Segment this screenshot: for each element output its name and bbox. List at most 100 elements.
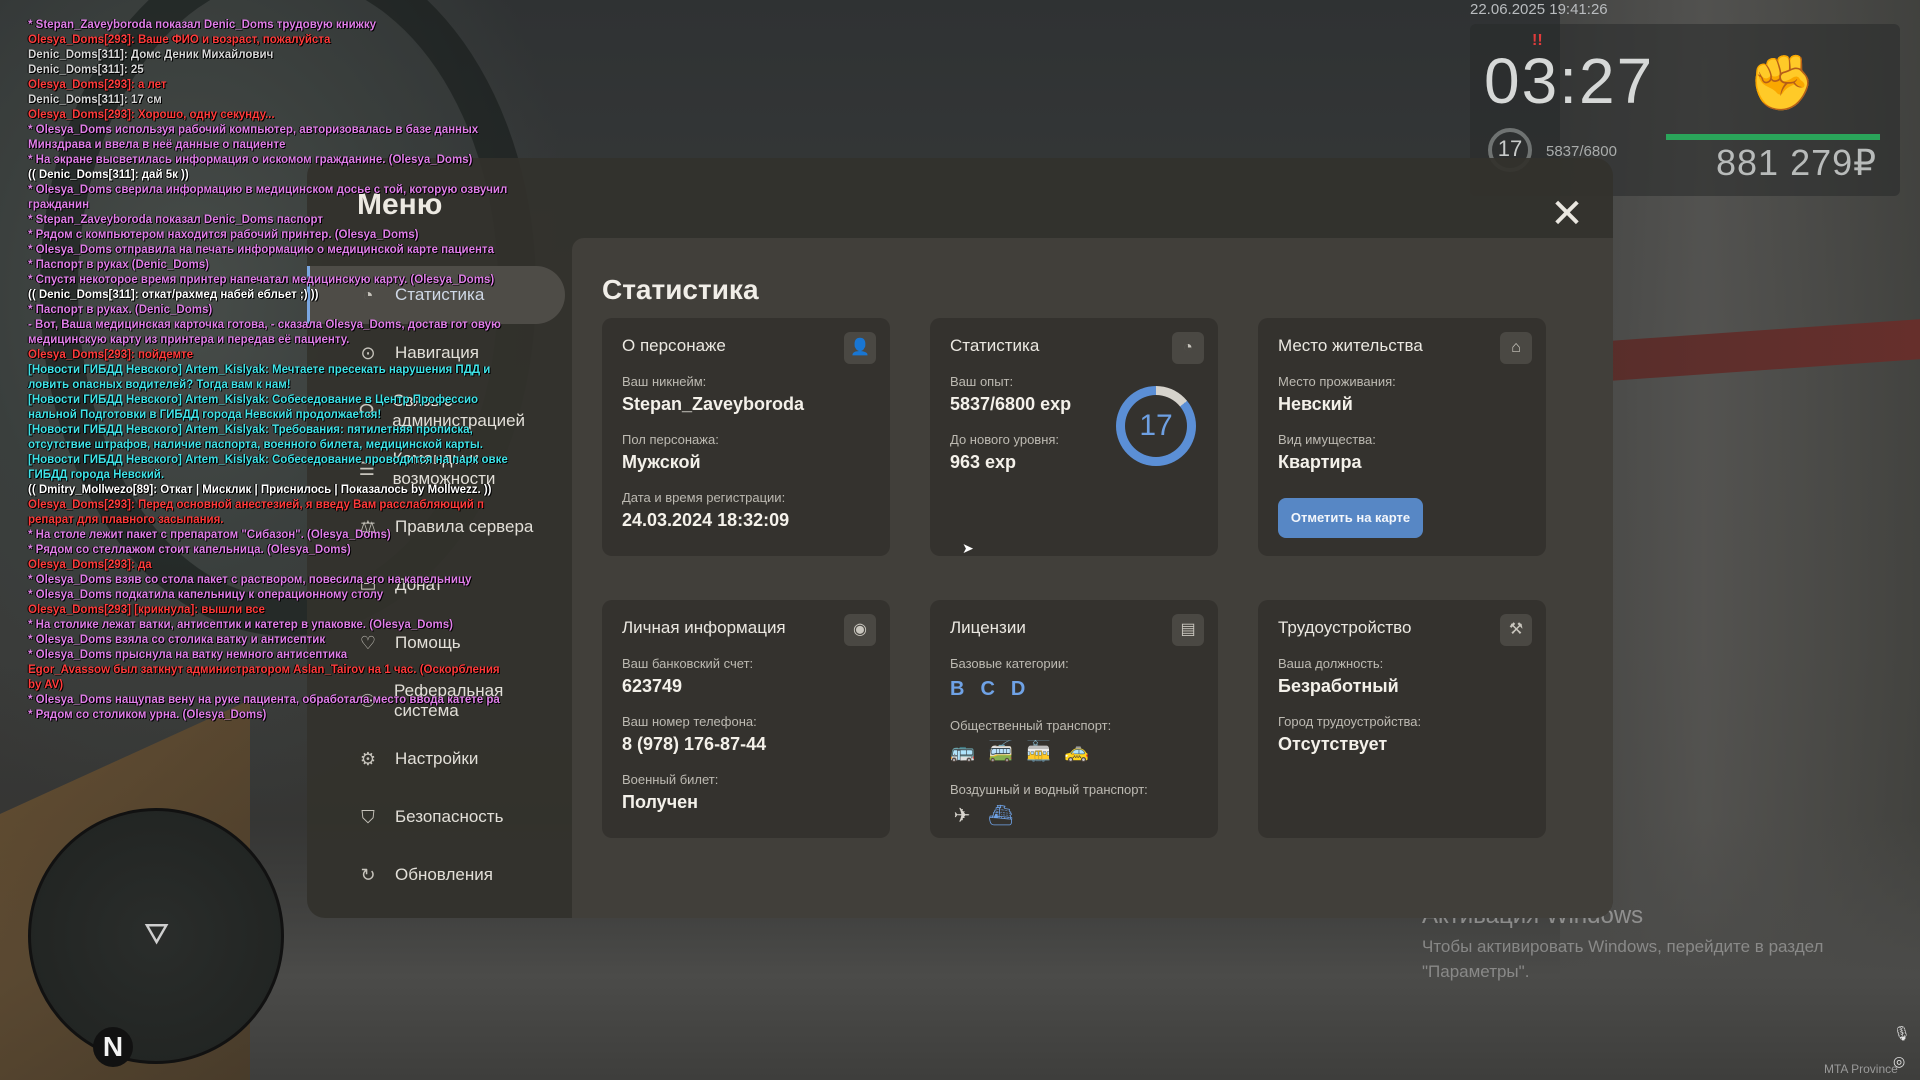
content-title: Статистика — [602, 274, 759, 305]
card-licenses: Лицензии ▤ Базовые категории: BCD Общест… — [930, 600, 1218, 838]
card-character: О персонаже 👤 Ваш никнейм: Stepan_Zaveyb… — [602, 318, 890, 556]
chat-line: Olesya_Doms[293]: пойдемте — [28, 349, 194, 361]
nav-item-label: Безопасность — [395, 807, 504, 826]
exp-label: Ваш опыт: — [950, 374, 1014, 389]
boat-icon: ⛴ — [988, 805, 1014, 827]
nav-item-label: Настройки — [395, 749, 479, 768]
card-employment: Трудоустройство ⚒ Ваша должность: Безраб… — [1258, 600, 1546, 838]
refresh-icon: ↻ — [360, 865, 376, 885]
chat-line: * Паспорт в руках (Denic_Doms) — [28, 259, 209, 271]
chat-line: * Рядом со стеллажом стоит капельница. (… — [28, 544, 351, 556]
license-categories: BCD — [950, 678, 1025, 701]
chat-line: * На столе лежит пакет с препаратом "Сиб… — [28, 529, 391, 541]
chat-line: [Новости ГИБДД Невского] Artem_Kislyak: … — [28, 454, 508, 481]
hud-health-bar — [1666, 134, 1880, 140]
timestamp: 22.06.2025 19:41:26 — [1470, 1, 1608, 18]
card-title: Личная информация — [622, 618, 786, 637]
chat-line: Olesya_Doms[293] [крикнула]: вышли все — [28, 604, 265, 616]
close-icon[interactable]: ✕ — [1547, 194, 1587, 234]
city-label: Город трудоустройства: — [1278, 714, 1422, 729]
chat-line: Olesya_Doms[293]: а лет — [28, 79, 167, 91]
chat-line: * Спустя некоторое время принтер напечат… — [28, 274, 495, 286]
nav-item-updates[interactable]: ↻ Обновления — [307, 846, 565, 904]
chat-line: * Рядом с компьютером находится рабочий … — [28, 229, 419, 241]
tram-icon: 🚋 — [1026, 741, 1051, 763]
place-label: Место проживания: — [1278, 374, 1396, 389]
hammer-icon: ⚒ — [1500, 614, 1532, 646]
chat-line: [Новости ГИБДД Невского] Artem_Kislyak: … — [28, 424, 483, 451]
phone-label: Ваш номер телефона: — [622, 714, 757, 729]
air-water-label: Воздушный и водный транспорт: — [950, 782, 1148, 797]
reg-value: 24.03.2024 18:32:09 — [622, 510, 790, 530]
card-title: О персонаже — [622, 336, 726, 355]
bank-value: 623749 — [622, 676, 683, 696]
reg-label: Дата и время регистрации: — [622, 490, 786, 505]
property-value: Квартира — [1278, 452, 1362, 472]
position-label: Ваша должность: — [1278, 656, 1384, 671]
bus-icon: 🚌 — [950, 741, 975, 763]
card-title: Трудоустройство — [1278, 618, 1412, 637]
chat-line: * Olesya_Doms сверила информацию в медиц… — [28, 184, 508, 211]
chat-line: (( Denic_Doms[311]: откат/рахмед набей е… — [28, 289, 319, 301]
chat-line: Olesya_Doms[293]: Хорошо, одну секунду..… — [28, 109, 275, 121]
shield-icon: ⛉ — [361, 807, 375, 827]
license-category: B — [950, 678, 965, 700]
chat-line: Olesya_Doms[293]: Перед основной анестез… — [28, 499, 484, 526]
player-arrow-icon: ⛛ — [144, 918, 170, 951]
house-icon: ⌂ — [1500, 332, 1532, 364]
chat-line: * Stepan_Zaveyboroda показал Denic_Doms … — [28, 19, 376, 31]
hud-money: 881 279₽ — [1716, 142, 1878, 183]
city-value: Отсутствует — [1278, 734, 1388, 754]
plane-icon: ✈ — [953, 805, 971, 827]
chat-line: Olesya_Doms[293]: Ваше ФИО и возраст, по… — [28, 34, 331, 46]
nick-value: Stepan_Zaveyboroda — [622, 394, 805, 414]
next-level-label: До нового уровня: — [950, 432, 1060, 447]
gender-value: Мужской — [622, 452, 701, 472]
next-level-value: 963 exp — [950, 452, 1017, 472]
chat-line: * На экране высветилась информация о иск… — [28, 154, 473, 166]
server-name: MTA Province — [1824, 1062, 1898, 1076]
chat-line: * Olesya_Doms прыснула на ватку немного … — [28, 649, 348, 661]
chat-line: Egor_Avassow был заткнут администратором… — [28, 664, 500, 691]
license-category: D — [1010, 678, 1026, 700]
fist-icon: ✊ — [1748, 53, 1816, 113]
nav-item-settings[interactable]: ⚙ Настройки — [307, 730, 565, 788]
public-transport-label: Общественный транспорт: — [950, 718, 1112, 733]
chat-line: Denic_Doms[311]: 17 см — [28, 94, 162, 106]
nick-label: Ваш никнейм: — [622, 374, 707, 389]
card-stats: Статистика ◔ Ваш опыт: 5837/6800 exp До … — [930, 318, 1218, 556]
public-transport-icons: 🚌 🚎 🚋 🚕 — [950, 740, 1089, 764]
property-label: Вид имущества: — [1278, 432, 1376, 447]
nav-item-security[interactable]: ⛉ Безопасность — [307, 788, 565, 846]
trolleybus-icon: 🚎 — [988, 741, 1013, 763]
card-personal: Личная информация ◉ Ваш банковский счет:… — [602, 600, 890, 838]
chat-line: * На столике лежат ватки, антисептик и к… — [28, 619, 453, 631]
phone-value: 8 (978) 176-87-44 — [622, 734, 767, 754]
chat-line: - Вот, Ваша медицинская карточка готова,… — [28, 319, 501, 346]
military-value: Получен — [622, 792, 699, 812]
stats-content: Статистика О персонаже 👤 Ваш никнейм: St… — [572, 238, 1613, 918]
mark-on-map-button[interactable]: Отметить на карте — [1278, 498, 1423, 538]
nav-item-label: Обновления — [395, 865, 493, 884]
position-value: Безработный — [1278, 676, 1399, 696]
air-water-icons: ✈ ⛴ — [950, 804, 1014, 828]
chat-line: [Новости ГИБДД Невского] Artem_Kislyak: … — [28, 394, 479, 421]
place-value: Невский — [1278, 394, 1353, 414]
chat-line: Denic_Doms[311]: 25 — [28, 64, 144, 76]
card-title: Лицензии — [950, 618, 1026, 637]
document-icon: ▤ — [1172, 614, 1204, 646]
chat-line: * Olesya_Doms взяв со стола пакет с раст… — [28, 574, 472, 586]
military-label: Военный билет: — [622, 772, 719, 787]
chat-line: Olesya_Doms[293]: да — [28, 559, 152, 571]
base-categories-label: Базовые категории: — [950, 656, 1069, 671]
taxi-icon: 🚕 — [1064, 741, 1089, 763]
user-circle-icon: ◉ — [844, 614, 876, 646]
bank-label: Ваш банковский счет: — [622, 656, 754, 671]
chat-log: * Stepan_Zaveyboroda показал Denic_Doms … — [28, 18, 508, 723]
card-residence: Место жительства ⌂ Место проживания: Нев… — [1258, 318, 1546, 556]
clock-pie-icon: ◔ — [1172, 332, 1204, 364]
chat-line: (( Dmitry_Mollwezo[89]: Откат | Мисклик … — [28, 484, 492, 496]
chat-line: * Stepan_Zaveyboroda показал Denic_Doms … — [28, 214, 323, 226]
level-number: 17 — [1125, 395, 1187, 457]
north-indicator: N — [93, 1027, 133, 1067]
